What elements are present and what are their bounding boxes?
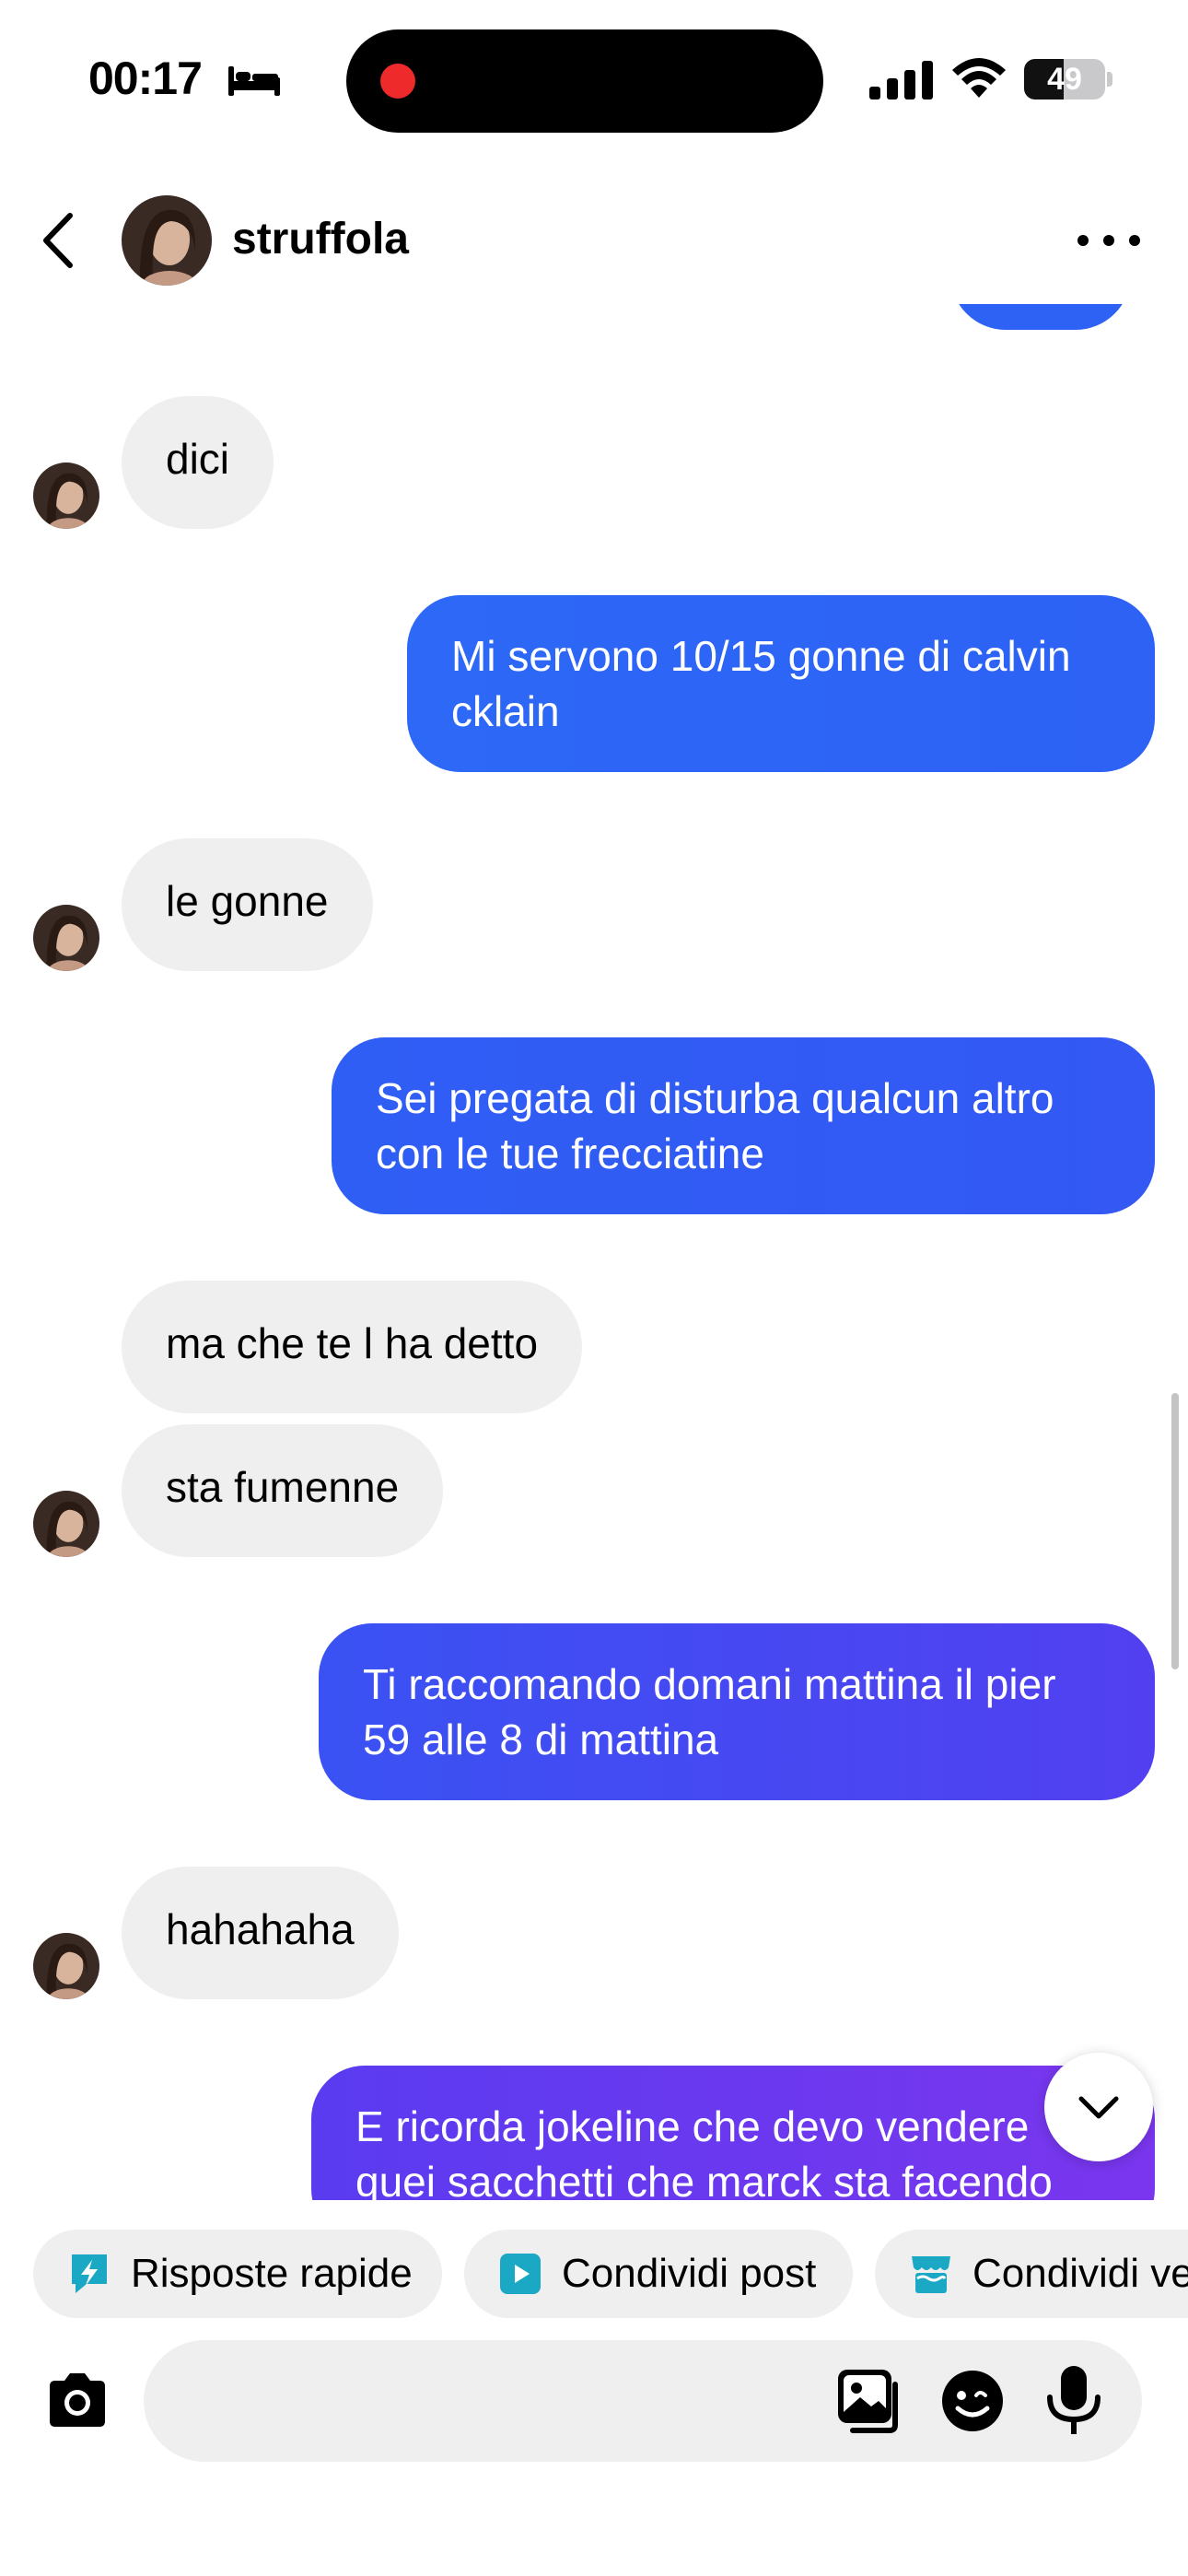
message-list[interactable]: dici Mi servono 10/15 gonne di calvin ck… bbox=[0, 304, 1188, 2200]
shop-icon bbox=[912, 2256, 950, 2293]
message-bubble-incoming[interactable]: sta fumenne bbox=[122, 1424, 444, 1557]
share-shop-button[interactable]: Condividi ve bbox=[875, 2230, 1188, 2318]
message-bubble-outgoing[interactable]: Ti raccomando domani mattina il pier 59 … bbox=[319, 1623, 1155, 1800]
message-bubble-incoming[interactable]: le gonne bbox=[122, 838, 373, 971]
bed-icon bbox=[228, 66, 280, 96]
avatar[interactable] bbox=[122, 195, 212, 286]
recording-indicator-icon bbox=[380, 64, 415, 99]
share-post-button[interactable]: Condividi post bbox=[464, 2230, 853, 2318]
message-bubble-outgoing-partial[interactable] bbox=[950, 304, 1131, 330]
sender-avatar[interactable] bbox=[33, 905, 99, 971]
scroll-to-bottom-button[interactable] bbox=[1044, 2053, 1153, 2161]
back-button[interactable] bbox=[33, 208, 88, 273]
battery-icon: 49 bbox=[1024, 59, 1112, 100]
message-bubble-outgoing[interactable]: Mi servono 10/15 gonne di calvin cklain bbox=[407, 595, 1155, 772]
message-input[interactable] bbox=[181, 2373, 737, 2430]
wifi-icon bbox=[952, 58, 1006, 98]
gallery-icon[interactable] bbox=[834, 2366, 904, 2436]
sender-avatar[interactable] bbox=[33, 1933, 99, 1999]
dynamic-island bbox=[346, 29, 823, 133]
sticker-icon[interactable] bbox=[939, 2368, 1006, 2434]
chat-username[interactable]: struffola bbox=[232, 214, 409, 264]
message-bubble-incoming[interactable]: ma che te l ha detto bbox=[122, 1281, 583, 1413]
scrollbar[interactable] bbox=[1171, 1393, 1179, 1669]
chip-label: Condividi post bbox=[562, 2251, 817, 2296]
more-options-icon[interactable] bbox=[1074, 225, 1144, 256]
message-bubble-outgoing[interactable]: Sei pregata di disturba qualcun altro co… bbox=[332, 1037, 1155, 1214]
message-bubble-incoming[interactable]: dici bbox=[122, 396, 274, 529]
microphone-icon[interactable] bbox=[1044, 2364, 1103, 2438]
play-icon bbox=[500, 2254, 541, 2294]
signal-icon bbox=[869, 61, 933, 100]
message-bubble-outgoing[interactable]: E ricorda jokeline che devo vendere quei… bbox=[311, 2066, 1155, 2200]
sender-avatar[interactable] bbox=[33, 463, 99, 529]
chevron-down-icon bbox=[1078, 2096, 1119, 2119]
sender-avatar[interactable] bbox=[33, 1491, 99, 1557]
quick-replies-button[interactable]: Risposte rapide bbox=[33, 2230, 442, 2318]
chip-label: Risposte rapide bbox=[131, 2251, 413, 2296]
camera-icon[interactable] bbox=[44, 2368, 111, 2434]
message-bubble-incoming[interactable]: hahahaha bbox=[122, 1867, 399, 1999]
lightning-icon bbox=[72, 2254, 107, 2293]
battery-level: 49 bbox=[1047, 62, 1082, 97]
status-time: 00:17 bbox=[88, 53, 203, 104]
chip-label: Condividi ve bbox=[973, 2251, 1188, 2296]
